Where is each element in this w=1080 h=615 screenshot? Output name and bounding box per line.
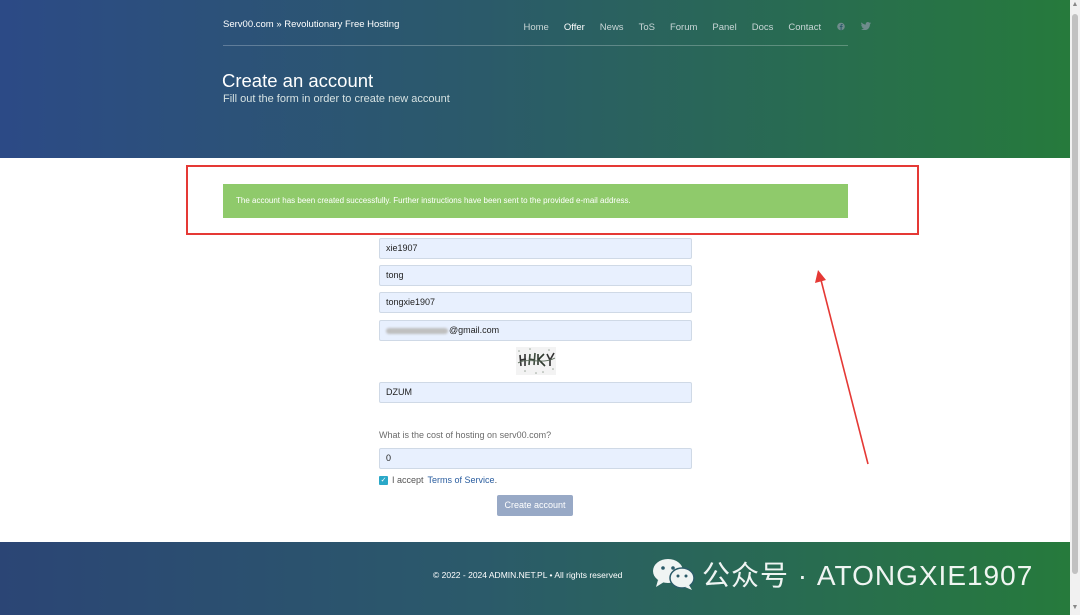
page-title: Create an account xyxy=(222,70,374,91)
twitter-icon[interactable] xyxy=(853,22,879,34)
email-field[interactable]: @gmail.com xyxy=(379,320,692,341)
nav-home[interactable]: Home xyxy=(516,22,556,34)
nav-forum[interactable]: Forum xyxy=(662,22,704,34)
captcha-image xyxy=(516,347,556,375)
scrollbar-thumb[interactable] xyxy=(1072,14,1078,574)
annotation-arrow xyxy=(815,270,869,465)
main-nav: Home Offer News ToS Forum Panel Docs Con… xyxy=(516,22,879,34)
nav-docs[interactable]: Docs xyxy=(744,22,781,34)
username-field[interactable]: tongxie1907 xyxy=(379,292,692,313)
page-subtitle: Fill out the form in order to create new… xyxy=(223,93,450,105)
nav-divider xyxy=(223,45,848,46)
facebook-icon[interactable] xyxy=(829,22,853,34)
scroll-up-icon[interactable]: ▲ xyxy=(1071,1,1079,8)
first-name-field[interactable]: xie1907 xyxy=(379,238,692,259)
wechat-icon xyxy=(653,559,695,590)
terms-checkbox[interactable]: ✓ xyxy=(379,475,388,485)
watermark: 公众号 · ATONGXIE1907 xyxy=(652,554,1033,594)
tos-link-wrapper: Terms of Service. xyxy=(428,475,498,485)
security-question-label: What is the cost of hosting on serv00.co… xyxy=(379,430,552,440)
site-brand[interactable]: Serv00.com » Revolutionary Free Hosting xyxy=(223,19,399,30)
scroll-down-icon[interactable]: ▼ xyxy=(1071,604,1079,611)
terms-label: I accept xyxy=(392,475,424,485)
email-redaction xyxy=(386,327,448,334)
footer-copyright: © 2022 - 2024 ADMIN.NET.PL • All rights … xyxy=(433,570,623,580)
email-domain: @gmail.com xyxy=(449,325,500,335)
terms-of-service-link[interactable]: Terms of Service xyxy=(428,475,495,485)
nav-contact[interactable]: Contact xyxy=(781,22,829,34)
terms-period: . xyxy=(494,475,498,485)
watermark-text: 公众号 · ATONGXIE1907 xyxy=(702,560,1034,591)
security-answer-field[interactable]: 0 xyxy=(379,448,692,469)
nav-offer[interactable]: Offer xyxy=(556,22,592,34)
nav-news[interactable]: News xyxy=(592,22,631,34)
terms-row: ✓ I accept Terms of Service. xyxy=(379,475,497,485)
success-alert: The account has been created successfull… xyxy=(223,184,848,218)
last-name-field[interactable]: tong xyxy=(379,265,692,286)
captcha-field[interactable]: DZUM xyxy=(379,382,692,403)
nav-tos[interactable]: ToS xyxy=(631,22,662,34)
create-account-button[interactable]: Create account xyxy=(497,495,573,516)
nav-panel[interactable]: Panel xyxy=(705,22,744,34)
